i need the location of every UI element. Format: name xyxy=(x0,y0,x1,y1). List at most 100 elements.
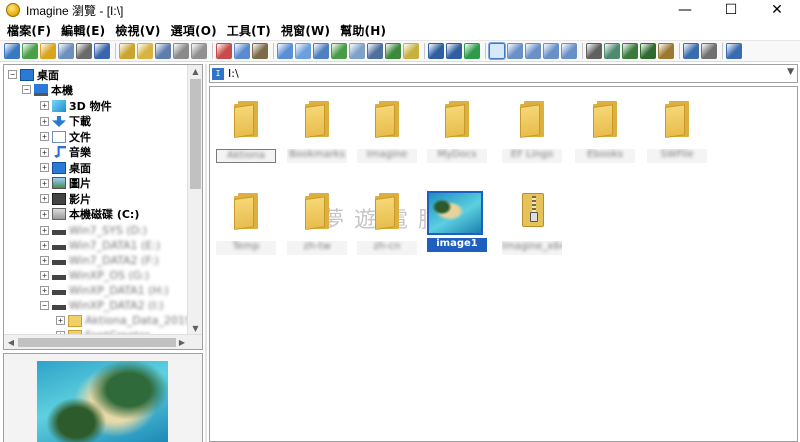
address-path[interactable]: I:\ xyxy=(228,67,239,80)
menu-help[interactable]: 幫助(H) xyxy=(335,22,391,39)
tree-item-drive[interactable]: + Win7_SYS (D:) xyxy=(40,223,147,238)
expand-icon[interactable]: + xyxy=(40,147,49,157)
help2-icon[interactable] xyxy=(726,43,742,59)
address-bar[interactable]: I I:\ ▼ xyxy=(209,64,798,83)
thumbnail-icon[interactable] xyxy=(295,43,311,59)
link-icon[interactable] xyxy=(701,43,717,59)
photo-icon[interactable] xyxy=(403,43,419,59)
expand-icon[interactable]: + xyxy=(40,226,49,235)
expand-icon[interactable]: + xyxy=(56,316,65,325)
expand-icon[interactable]: + xyxy=(40,286,49,295)
chevron-down-icon[interactable]: ▼ xyxy=(787,67,794,77)
view-icon[interactable] xyxy=(4,43,20,59)
expand-icon[interactable]: + xyxy=(40,194,49,203)
folder-item[interactable]: Ebooks xyxy=(573,93,637,167)
folder-item[interactable]: SWFile xyxy=(645,93,709,167)
menu-window[interactable]: 視窗(W) xyxy=(276,22,335,39)
tree-item[interactable]: +3D 物件 xyxy=(40,98,112,113)
tree-item-drive[interactable]: + Win7_DATA1 (E:) xyxy=(40,238,160,253)
capture-icon[interactable] xyxy=(622,43,638,59)
tree-item-drive[interactable]: + WinXP_DATA1 (H:) xyxy=(40,283,169,298)
filter-icon[interactable] xyxy=(331,43,347,59)
properties-icon[interactable] xyxy=(119,43,135,59)
scroll-left-icon[interactable]: ◀ xyxy=(4,335,18,349)
expand-icon[interactable]: + xyxy=(40,163,49,172)
folder-item[interactable]: Temp xyxy=(214,185,278,259)
menu-file[interactable]: 檔案(F) xyxy=(2,22,56,39)
tree-item[interactable]: + 本機磁碟 (C:) xyxy=(40,207,139,222)
small-icons-icon[interactable] xyxy=(507,43,523,59)
tiles-icon[interactable] xyxy=(561,43,577,59)
ram-icon[interactable] xyxy=(640,43,656,59)
details-icon[interactable] xyxy=(543,43,559,59)
scroll-thumb[interactable] xyxy=(190,79,201,189)
image-icon[interactable] xyxy=(385,43,401,59)
scroll-up-icon[interactable]: ▲ xyxy=(188,65,202,78)
tree-item[interactable]: + 音樂 xyxy=(40,145,91,160)
folder-item[interactable]: Imagine xyxy=(355,93,419,167)
new-folder-icon[interactable] xyxy=(137,43,153,59)
expand-icon[interactable]: + xyxy=(40,178,49,188)
tree-item-folder[interactable]: + Aktiona_Data_2019 xyxy=(56,313,192,328)
expand-icon[interactable]: + xyxy=(40,241,49,250)
tree-item-desktop-root[interactable]: − 桌面 xyxy=(8,67,59,82)
refresh-icon[interactable] xyxy=(22,43,38,59)
pane-splitter[interactable] xyxy=(205,64,207,442)
paste-icon[interactable] xyxy=(252,43,268,59)
folder-item[interactable]: MyDocs xyxy=(425,93,489,167)
trash-icon[interactable] xyxy=(191,43,207,59)
tree-item-drive[interactable]: + WinXP_OS (G:) xyxy=(40,268,149,283)
image-file-item[interactable]: image1 xyxy=(425,185,489,259)
maximize-button[interactable]: ☐ xyxy=(708,0,754,20)
help-icon[interactable] xyxy=(683,43,699,59)
folder-item[interactable]: Bookmarks xyxy=(285,93,349,167)
expand-icon[interactable]: + xyxy=(40,271,49,280)
folder-item[interactable]: Aktiona xyxy=(214,93,278,167)
close-button[interactable]: ✕ xyxy=(754,0,800,20)
cut-icon[interactable] xyxy=(216,43,232,59)
menu-options[interactable]: 選項(O) xyxy=(166,22,222,39)
folder-item[interactable]: zh-cn xyxy=(355,185,419,259)
tools-icon[interactable] xyxy=(586,43,602,59)
expand-icon[interactable]: + xyxy=(40,116,49,126)
copy2-icon[interactable] xyxy=(234,43,250,59)
print-icon[interactable] xyxy=(76,43,92,59)
expand-icon[interactable]: + xyxy=(40,256,49,265)
slideshow-icon[interactable] xyxy=(277,43,293,59)
forward-icon[interactable] xyxy=(446,43,462,59)
clock-icon[interactable] xyxy=(313,43,329,59)
menu-edit[interactable]: 編輯(E) xyxy=(56,22,110,39)
tree-item-this-pc[interactable]: − 本機 xyxy=(22,82,73,97)
sync-icon[interactable] xyxy=(464,43,480,59)
folder-item[interactable]: zh-tw xyxy=(285,185,349,259)
plugin-icon[interactable] xyxy=(658,43,674,59)
collapse-icon[interactable]: − xyxy=(22,85,31,94)
scroll-right-icon[interactable]: ▶ xyxy=(175,335,189,349)
scroll-thumb-h[interactable] xyxy=(18,338,176,347)
tree-vertical-scrollbar[interactable]: ▲ ▼ xyxy=(187,65,202,335)
scan-icon[interactable] xyxy=(604,43,620,59)
tree-item-drive[interactable]: − WinXP_DATA2 (I:) xyxy=(40,298,164,313)
zip-file-item[interactable]: Imagine_x64 xyxy=(500,185,564,259)
large-icons-icon[interactable] xyxy=(488,42,506,60)
tree-item[interactable]: + 桌面 xyxy=(40,160,91,175)
expand-icon[interactable]: + xyxy=(40,132,49,141)
select-icon[interactable] xyxy=(367,43,383,59)
delete-icon[interactable] xyxy=(173,43,189,59)
grid-icon[interactable] xyxy=(349,43,365,59)
move-icon[interactable] xyxy=(155,43,171,59)
list-icon[interactable] xyxy=(525,43,541,59)
tree-item[interactable]: + 下載 xyxy=(40,114,91,129)
tree-item-drive[interactable]: + Win7_DATA2 (F:) xyxy=(40,253,159,268)
tree-item[interactable]: + 圖片 xyxy=(40,176,91,191)
minimize-button[interactable]: — xyxy=(662,0,708,20)
open-folder-icon[interactable] xyxy=(40,43,56,59)
expand-icon[interactable]: + xyxy=(40,101,49,110)
back-icon[interactable] xyxy=(428,43,444,59)
collapse-icon[interactable]: − xyxy=(8,70,17,79)
menu-view[interactable]: 檢視(V) xyxy=(110,22,165,39)
folder-item[interactable]: EF Lingo xyxy=(500,93,564,167)
expand-icon[interactable]: + xyxy=(40,209,49,219)
menu-tools[interactable]: 工具(T) xyxy=(222,22,276,39)
tree-item[interactable]: + 影片 xyxy=(40,191,91,206)
